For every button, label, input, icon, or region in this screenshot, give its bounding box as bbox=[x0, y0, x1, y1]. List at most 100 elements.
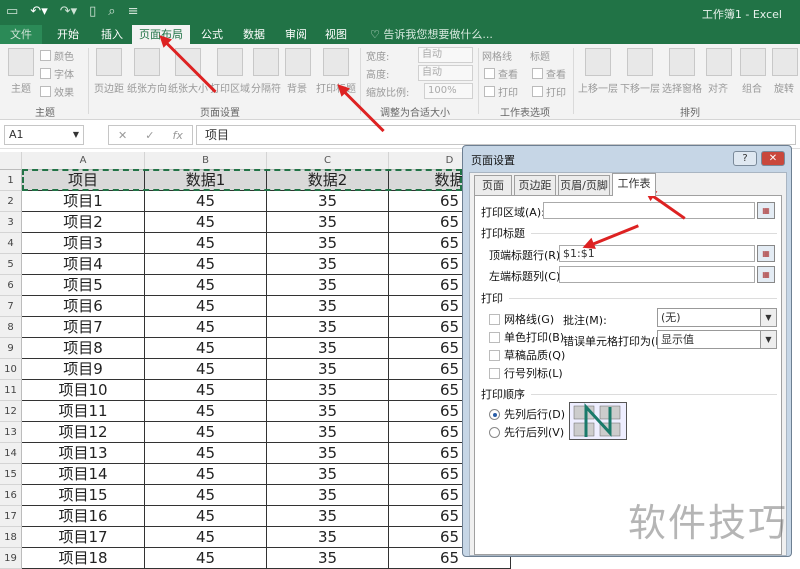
customize-qat-icon[interactable]: ≡ bbox=[128, 4, 139, 19]
orientation-button[interactable]: 纸张方向 bbox=[125, 48, 169, 95]
row-header[interactable]: 5 bbox=[0, 254, 22, 275]
row-header[interactable]: 3 bbox=[0, 212, 22, 233]
size-button[interactable]: 纸张大小 bbox=[167, 48, 209, 95]
tab-file[interactable]: 文件 bbox=[0, 25, 42, 44]
row-header[interactable]: 15 bbox=[0, 464, 22, 485]
row-header[interactable]: 17 bbox=[0, 506, 22, 527]
collapse-dialog-icon[interactable]: ▦ bbox=[757, 245, 775, 262]
help-button[interactable]: ? bbox=[733, 151, 757, 166]
table-cell[interactable]: 项目1 bbox=[22, 191, 145, 212]
tab-home[interactable]: 开始 bbox=[48, 25, 88, 44]
table-cell[interactable]: 35 bbox=[267, 212, 389, 233]
row-header[interactable]: 2 bbox=[0, 191, 22, 212]
table-cell[interactable]: 项目6 bbox=[22, 296, 145, 317]
tab-insert[interactable]: 插入 bbox=[92, 25, 132, 44]
row-header[interactable]: 10 bbox=[0, 359, 22, 380]
table-cell[interactable]: 35 bbox=[267, 422, 389, 443]
table-cell[interactable]: 35 bbox=[267, 296, 389, 317]
table-cell[interactable]: 45 bbox=[145, 485, 267, 506]
tell-me-search[interactable]: ♡ 告诉我您想要做什么... bbox=[370, 25, 493, 44]
table-cell[interactable]: 35 bbox=[267, 506, 389, 527]
table-cell[interactable]: 45 bbox=[145, 422, 267, 443]
breaks-button[interactable]: 分隔符 bbox=[250, 48, 282, 95]
tab-formulas[interactable]: 公式 bbox=[194, 25, 230, 44]
enter-icon[interactable]: ✓ bbox=[145, 129, 154, 142]
width-select[interactable]: 自动 bbox=[418, 47, 473, 63]
table-cell[interactable]: 项目14 bbox=[22, 464, 145, 485]
select-all-corner[interactable] bbox=[0, 152, 22, 170]
collapse-dialog-icon[interactable]: ▦ bbox=[757, 202, 775, 219]
collapse-dialog-icon[interactable]: ▦ bbox=[757, 266, 775, 283]
column-header[interactable]: C bbox=[267, 152, 389, 170]
table-cell[interactable]: 项目13 bbox=[22, 443, 145, 464]
tab-view[interactable]: 视图 bbox=[318, 25, 354, 44]
table-cell[interactable]: 35 bbox=[267, 401, 389, 422]
row-header[interactable]: 11 bbox=[0, 380, 22, 401]
scale-input[interactable]: 100% bbox=[424, 83, 473, 99]
column-header[interactable]: A bbox=[22, 152, 145, 170]
row-header[interactable]: 13 bbox=[0, 422, 22, 443]
table-cell[interactable]: 项目2 bbox=[22, 212, 145, 233]
down-then-over-radio[interactable]: 先列后行(D) bbox=[489, 406, 565, 422]
gridlines-view-checkbox[interactable]: 查看 bbox=[484, 66, 518, 81]
print-preview-icon[interactable]: ⌕ bbox=[108, 4, 115, 19]
colors-button[interactable]: 颜色 bbox=[40, 48, 74, 63]
redo-icon[interactable]: ↷▾ bbox=[60, 4, 77, 19]
row-header[interactable]: 9 bbox=[0, 338, 22, 359]
table-cell[interactable]: 45 bbox=[145, 338, 267, 359]
height-select[interactable]: 自动 bbox=[418, 65, 473, 81]
row-col-headings-checkbox[interactable]: 行号列标(L) bbox=[489, 365, 563, 381]
new-file-icon[interactable]: ▯ bbox=[89, 4, 96, 19]
table-cell[interactable]: 35 bbox=[267, 275, 389, 296]
headings-print-checkbox[interactable]: 打印 bbox=[532, 84, 566, 99]
draft-quality-checkbox[interactable]: 草稿品质(Q) bbox=[489, 347, 565, 363]
table-cell[interactable]: 项目9 bbox=[22, 359, 145, 380]
table-cell[interactable]: 项目11 bbox=[22, 401, 145, 422]
table-cell[interactable]: 45 bbox=[145, 443, 267, 464]
cancel-icon[interactable]: ✕ bbox=[118, 129, 127, 142]
tab-margins[interactable]: 页边距 bbox=[514, 175, 556, 195]
table-cell[interactable]: 45 bbox=[145, 317, 267, 338]
formula-input[interactable]: 项目 bbox=[196, 125, 796, 145]
cell-errors-select[interactable]: 显示值 ▼ bbox=[657, 330, 777, 349]
align-button[interactable]: 对齐 bbox=[706, 48, 732, 95]
effects-button[interactable]: 效果 bbox=[40, 84, 74, 99]
cols-to-repeat-input[interactable] bbox=[559, 266, 755, 283]
table-cell[interactable]: 35 bbox=[267, 527, 389, 548]
table-cell[interactable]: 35 bbox=[267, 485, 389, 506]
row-header[interactable]: 14 bbox=[0, 443, 22, 464]
table-cell[interactable]: 35 bbox=[267, 548, 389, 569]
table-cell[interactable]: 45 bbox=[145, 464, 267, 485]
table-cell[interactable]: 项目7 bbox=[22, 317, 145, 338]
insert-function-icon[interactable]: fx bbox=[173, 129, 183, 142]
tab-header-footer[interactable]: 页眉/页脚 bbox=[558, 175, 610, 195]
gridlines-checkbox[interactable]: 网格线(G) bbox=[489, 311, 554, 327]
header-cell[interactable]: 数据2 bbox=[267, 170, 389, 191]
rotate-button[interactable]: 旋转 bbox=[772, 48, 798, 95]
table-cell[interactable]: 35 bbox=[267, 380, 389, 401]
row-header[interactable]: 16 bbox=[0, 485, 22, 506]
table-cell[interactable]: 项目8 bbox=[22, 338, 145, 359]
tab-review[interactable]: 审阅 bbox=[278, 25, 314, 44]
tab-sheet[interactable]: 工作表 bbox=[612, 173, 656, 196]
close-button[interactable]: ✕ bbox=[761, 151, 785, 166]
table-cell[interactable]: 35 bbox=[267, 359, 389, 380]
comments-select[interactable]: (无) ▼ bbox=[657, 308, 777, 327]
table-cell[interactable]: 45 bbox=[145, 191, 267, 212]
selection-pane-button[interactable]: 选择窗格 bbox=[661, 48, 703, 95]
row-header[interactable]: 4 bbox=[0, 233, 22, 254]
table-cell[interactable]: 项目5 bbox=[22, 275, 145, 296]
table-cell[interactable]: 35 bbox=[267, 254, 389, 275]
table-cell[interactable]: 45 bbox=[145, 275, 267, 296]
table-cell[interactable]: 35 bbox=[267, 464, 389, 485]
header-cell[interactable]: 数据1 bbox=[145, 170, 267, 191]
gridlines-print-checkbox[interactable]: 打印 bbox=[484, 84, 518, 99]
name-box[interactable]: A1 ▼ bbox=[4, 125, 84, 145]
row-header[interactable]: 6 bbox=[0, 275, 22, 296]
row-header[interactable]: 19 bbox=[0, 548, 22, 569]
tab-page[interactable]: 页面 bbox=[474, 175, 512, 195]
table-cell[interactable]: 45 bbox=[145, 380, 267, 401]
themes-button[interactable]: 主题 bbox=[6, 48, 36, 95]
row-header[interactable]: 18 bbox=[0, 527, 22, 548]
table-cell[interactable]: 45 bbox=[145, 233, 267, 254]
